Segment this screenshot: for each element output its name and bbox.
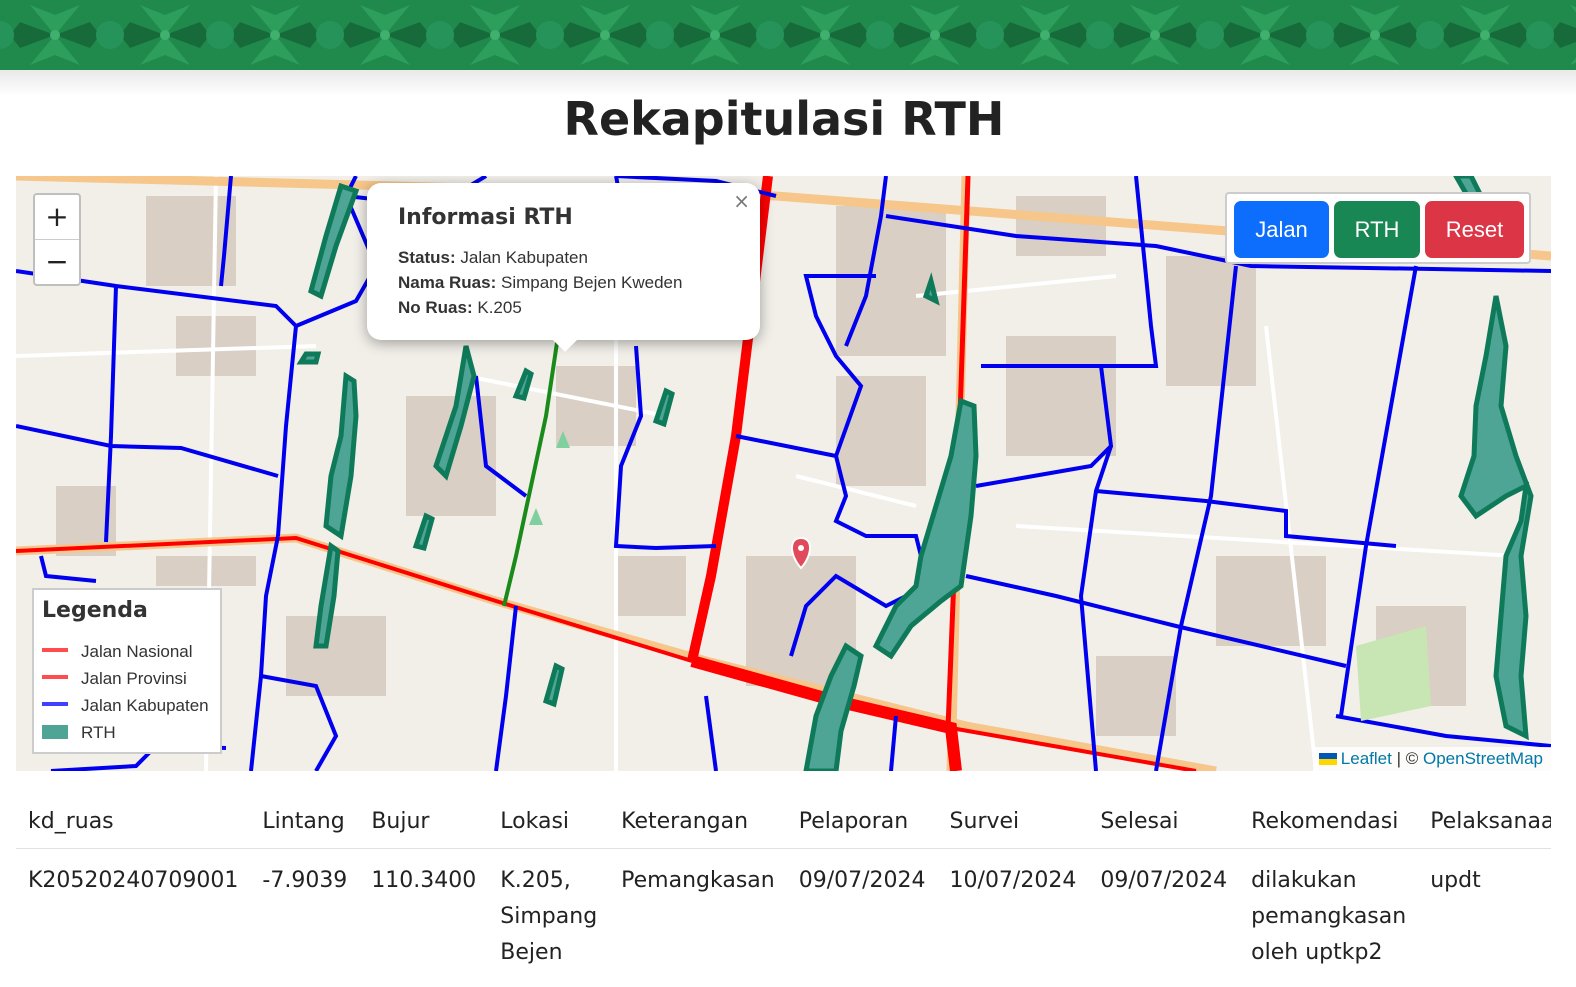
map-tiles[interactable] [16, 176, 1551, 771]
zoom-in-button[interactable]: + [35, 195, 79, 239]
legend-label: Jalan Kabupaten [81, 696, 209, 715]
cell-pelaksanaan: updt [1430, 868, 1481, 893]
leaflet-link[interactable]: Leaflet [1341, 749, 1392, 768]
popup-status-value: Jalan Kabupaten [460, 248, 588, 267]
legend-swatch [42, 702, 68, 706]
close-icon[interactable]: × [733, 189, 750, 213]
osm-link[interactable]: OpenStreetMap [1423, 749, 1543, 768]
jalan-button[interactable]: Jalan [1234, 201, 1329, 258]
table-row: K20520240709001 -7.9039 110.3400 K.205, … [16, 849, 1551, 972]
cell-survei: 10/07/2024 [949, 868, 1077, 893]
legend: Legenda Jalan Nasional Jalan Provinsi Ja… [32, 588, 222, 754]
legend-label: RTH [81, 723, 116, 742]
popup-status-label: Status: [398, 248, 456, 267]
legend-title: Legenda [42, 598, 148, 623]
col-pelaksanaan: Pelaksanaan [1418, 795, 1551, 849]
col-keterangan: Keterangan [609, 795, 787, 849]
rekap-table: kd_ruas Lintang Bujur Lokasi Keterangan … [16, 795, 1551, 971]
popup-no-row: No Ruas: K.205 [398, 295, 682, 320]
col-lokasi: Lokasi [488, 795, 610, 849]
col-pelaporan: Pelaporan [786, 795, 938, 849]
col-lintang: Lintang [250, 795, 360, 849]
table-header-row: kd_ruas Lintang Bujur Lokasi Keterangan … [16, 795, 1551, 849]
rth-button[interactable]: RTH [1334, 201, 1420, 258]
legend-label: Jalan Provinsi [81, 669, 187, 688]
popup-title: Informasi RTH [398, 205, 573, 230]
cell-lintang: -7.9039 [262, 868, 348, 893]
cell-keterangan: Pemangkasan [621, 868, 775, 893]
cell-kd-ruas: K20520240709001 [28, 868, 239, 893]
zoom-out-button[interactable]: − [35, 239, 79, 284]
map[interactable]: + − × Informasi RTH Status: Jalan Kabupa… [16, 176, 1551, 771]
ukraine-flag-icon [1318, 753, 1337, 765]
col-kd-ruas: kd_ruas [16, 795, 251, 849]
page-title: Rekapitulasi RTH [563, 92, 1005, 146]
popup-no-label: No Ruas: [398, 298, 473, 317]
info-popup: × Informasi RTH Status: Jalan Kabupaten … [367, 183, 760, 352]
header-banner [0, 0, 1576, 70]
cell-lokasi: K.205, Simpang Bejen [500, 868, 598, 965]
cell-bujur: 110.3400 [371, 868, 477, 893]
cell-rekomendasi: dilakukan pemangkasan oleh uptkp2 [1251, 868, 1407, 965]
col-bujur: Bujur [359, 795, 489, 849]
zoom-control: + − [33, 193, 81, 286]
attribution-separator: | © [1396, 749, 1419, 768]
col-selesai: Selesai [1088, 795, 1240, 849]
cell-pelaporan: 09/07/2024 [798, 868, 926, 893]
col-survei: Survei [937, 795, 1089, 849]
popup-nama-label: Nama Ruas: [398, 273, 497, 292]
col-rekomendasi: Rekomendasi [1239, 795, 1419, 849]
popup-nama-value: Simpang Bejen Kweden [501, 273, 683, 292]
banner-pattern [0, 0, 1576, 70]
popup-body: Status: Jalan Kabupaten Nama Ruas: Simpa… [398, 245, 682, 320]
cell-selesai: 09/07/2024 [1100, 868, 1228, 893]
map-attribution: Leaflet | © OpenStreetMap [1312, 747, 1551, 771]
legend-swatch [42, 675, 68, 679]
legend-label: Jalan Nasional [81, 642, 193, 661]
rekap-table-container: kd_ruas Lintang Bujur Lokasi Keterangan … [16, 795, 1551, 987]
reset-button[interactable]: Reset [1425, 201, 1524, 258]
layer-filter-control: Jalan RTH Reset [1225, 192, 1531, 264]
popup-status-row: Status: Jalan Kabupaten [398, 245, 682, 270]
popup-nama-row: Nama Ruas: Simpang Bejen Kweden [398, 270, 682, 295]
popup-no-value: K.205 [477, 298, 522, 317]
legend-swatch [42, 725, 68, 739]
legend-swatch [42, 648, 68, 652]
